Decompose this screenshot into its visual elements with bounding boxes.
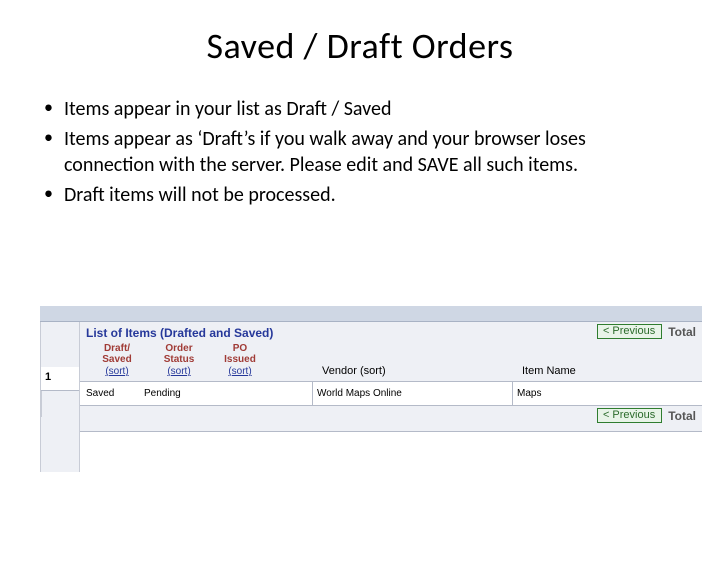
cell-item-name: Maps <box>512 382 702 405</box>
row-number: 1 <box>41 367 79 391</box>
sort-link[interactable]: (sort) <box>167 366 190 377</box>
row-number-column: 1 <box>40 322 80 472</box>
col-header-draft-saved: Draft/ Saved (sort) <box>86 344 148 377</box>
bullet-item: Draft items will not be processed. <box>40 182 680 208</box>
bullet-item: Items appear as ‘Draft’s if you walk awa… <box>40 126 680 178</box>
sort-link[interactable]: (sort) <box>228 366 251 377</box>
embedded-table-screenshot: 1 < Previous Total List of Items (Drafte… <box>40 306 702 476</box>
table-row: Saved Pending World Maps Online Maps <box>80 382 702 406</box>
col-header-order-status: Order Status (sort) <box>148 344 210 377</box>
sort-link[interactable]: (sort) <box>105 366 128 377</box>
bullet-item: Items appear in your list as Draft / Sav… <box>40 96 680 122</box>
cell-draft-saved: Saved <box>80 388 142 399</box>
previous-button[interactable]: < Previous <box>597 324 662 339</box>
table-footer: < Previous Total <box>80 406 702 432</box>
total-label: Total <box>668 325 696 339</box>
sort-link[interactable]: (sort) <box>360 365 386 377</box>
col-header-item-name: Item Name <box>518 365 696 377</box>
page-title: Saved / Draft Orders <box>0 24 720 68</box>
total-label: Total <box>668 409 696 423</box>
table-header: < Previous Total List of Items (Drafted … <box>80 322 702 382</box>
bullet-list: Items appear in your list as Draft / Sav… <box>0 96 720 208</box>
col-header-vendor: Vendor (sort) <box>318 365 518 377</box>
cell-vendor: World Maps Online <box>312 382 512 405</box>
col-header-po-issued: PO Issued (sort) <box>210 344 270 377</box>
cell-order-status: Pending <box>142 388 204 399</box>
previous-button[interactable]: < Previous <box>597 408 662 423</box>
table-outer-band <box>40 306 702 322</box>
